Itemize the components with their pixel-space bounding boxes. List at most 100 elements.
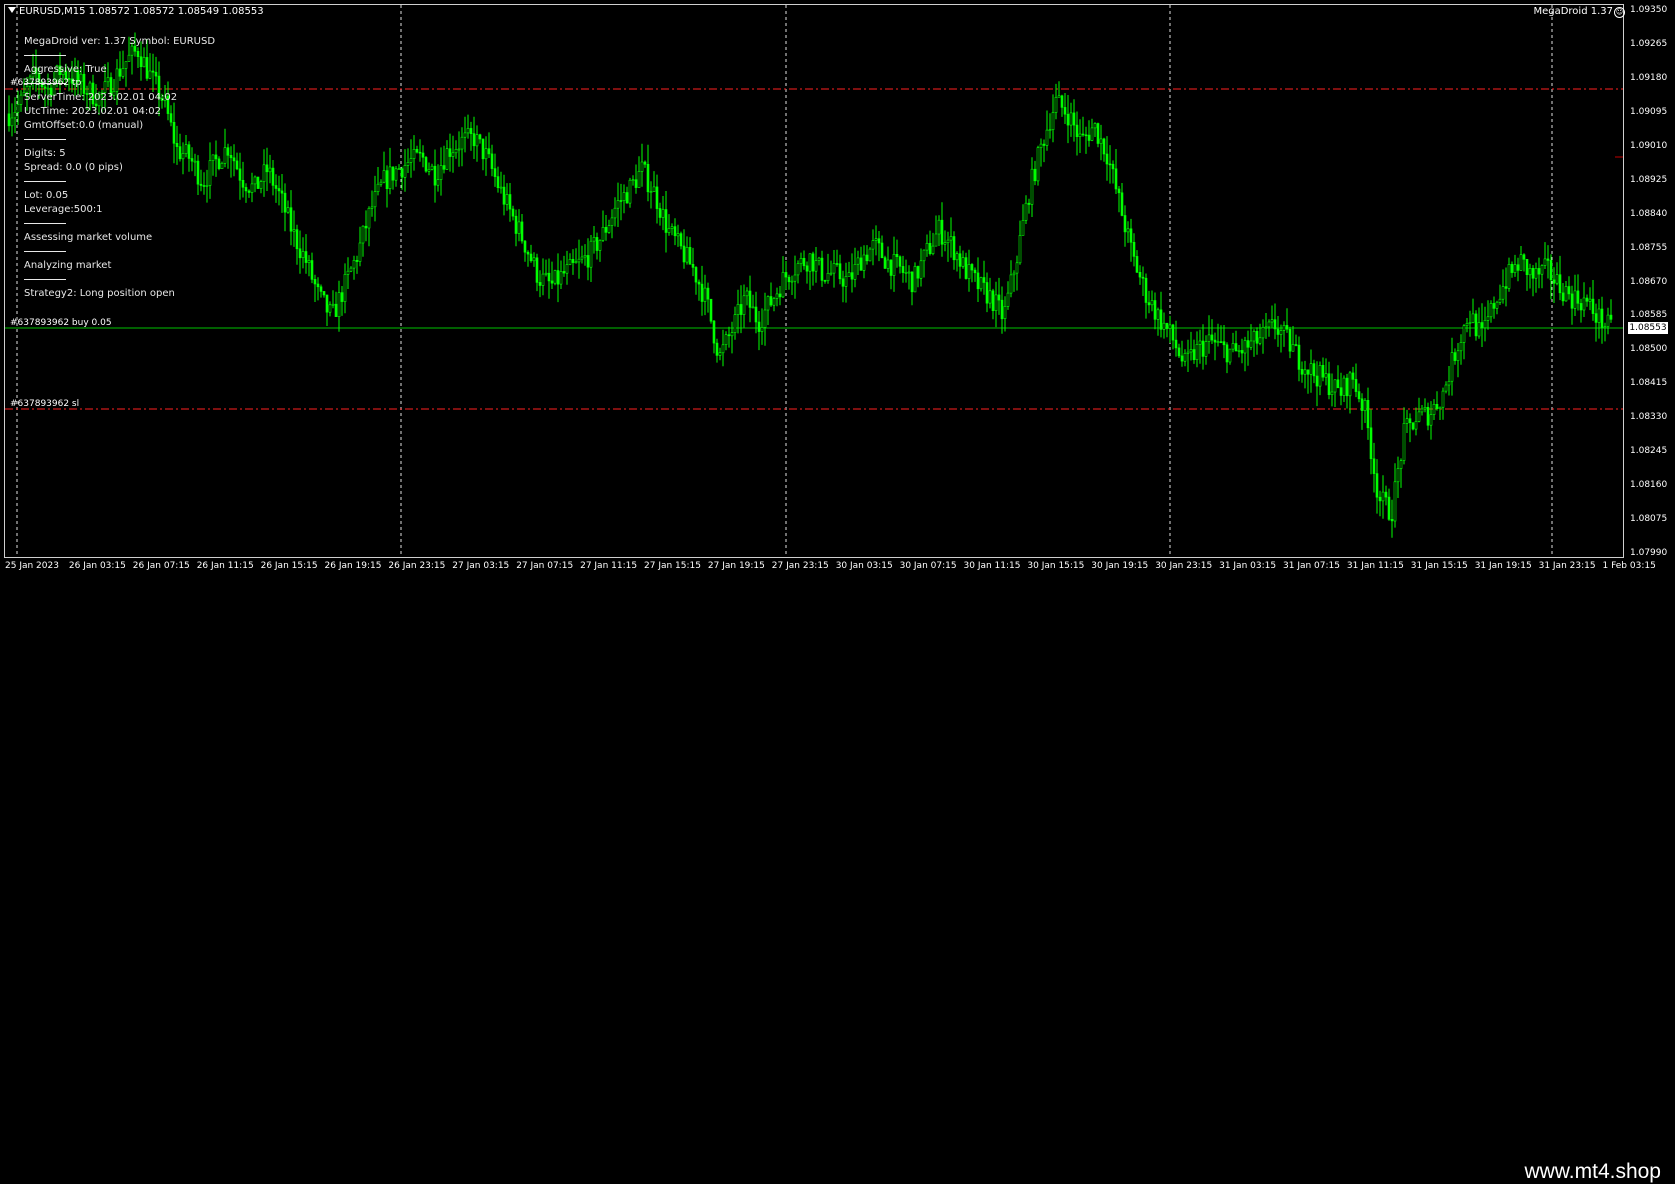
candle-body [1288,328,1292,352]
candle-body [1168,324,1172,329]
candle-body [358,242,362,262]
candle-body [712,320,716,344]
candle-body [1291,344,1295,352]
candle-body [658,208,662,218]
candle-body [418,151,422,154]
candle-body [1303,369,1307,375]
candle-body [1501,286,1505,300]
ea-server-time: ServerTime: 2023.02.01 04:02 [24,92,178,103]
candle-body [580,256,584,260]
candle-body [1000,299,1004,320]
candle-body [127,54,131,62]
candle-body [1309,363,1313,375]
candle-body [409,158,413,163]
candle-body [589,240,593,268]
candle-body [1342,377,1346,396]
candle-body [877,238,881,244]
time-tick-label: 31 Jan 15:15 [1410,561,1468,571]
candle-body [226,147,230,156]
time-tick-label: 25 Jan 2023 [5,561,59,571]
candle-body [535,257,539,283]
symbol-header[interactable]: EURUSD,M15 1.08572 1.08572 1.08549 1.085… [8,6,264,18]
candle-body [940,219,944,245]
candle-body [217,158,221,169]
candle-body [838,263,842,280]
candle-body [487,148,491,155]
candle-body [994,294,998,311]
candle-body [1228,348,1232,363]
candle-body [238,168,242,181]
candle-body [592,237,596,242]
ea-badge[interactable]: MegaDroid 1.37 [1533,6,1613,18]
candle-body [448,148,452,157]
candle-body [949,236,953,241]
time-tick-label: 30 Jan 03:15 [835,561,893,571]
candle-body [82,73,86,94]
candle-body [139,56,143,68]
candle-body [145,57,149,79]
candle-body [1144,277,1148,303]
candle-body [1363,399,1367,411]
candle-body [1471,313,1475,323]
candle-body [1258,337,1262,344]
price-tick-label: 1.08160 [1630,480,1668,491]
candle-body [370,206,374,209]
candle-body [1210,334,1214,341]
candle-body [1081,133,1085,136]
candle-body [475,134,479,147]
candle-body [1147,302,1151,306]
price-chart[interactable] [0,0,1675,577]
candle-body [652,186,656,192]
candle-body [1192,349,1196,360]
candle-body [625,192,629,204]
candle-body [934,233,938,247]
candle-body [517,221,521,234]
candle-body [1360,398,1364,411]
candle-body [1297,344,1301,370]
candle-body [1276,328,1280,335]
candle-body [445,148,449,170]
chart-window[interactable]: EURUSD,M15 1.08572 1.08572 1.08549 1.085… [0,0,1675,577]
smiley-icon[interactable]: ☺ [1614,7,1625,18]
candle-body [433,165,437,186]
candle-body [1537,268,1541,275]
candle-body [1243,340,1247,354]
candle-body [1186,351,1190,354]
chart-menu-icon[interactable] [8,7,16,13]
candle-body [553,270,557,284]
candle-body [466,128,470,134]
ea-leverage: Leverage:500:1 [24,204,103,215]
candle-body [679,233,683,247]
price-tick-label: 1.09010 [1630,140,1668,151]
candle-body [985,282,989,304]
candle-body [7,113,11,127]
candle-body [724,334,728,346]
candle-body [1399,460,1403,469]
candle-body [571,258,575,263]
candle-body [1114,168,1118,190]
candle-body [841,278,845,287]
candle-body [1366,399,1370,429]
plot-border [4,4,1624,558]
candle-body [889,259,893,276]
candle-body [847,272,851,277]
candle-body [1384,491,1388,498]
candle-body [19,94,23,105]
candle-body [1279,330,1283,335]
candle-body [1063,107,1067,115]
candle-body [703,287,707,302]
candle-body [1462,325,1466,343]
candle-body [556,270,560,285]
ea-digits: Digits: 5 [24,148,66,159]
candle-body [1171,324,1175,341]
candle-body [1333,379,1337,393]
candle-body [1432,403,1436,415]
candle-body [685,247,689,263]
candle-body [769,296,773,306]
candle-body [1354,379,1358,392]
candle-body [1525,258,1529,275]
footer-bar: www.mt4.shop [0,577,1675,1183]
candle-body [547,272,551,282]
candle-body [1369,427,1373,459]
candle-body [337,292,341,318]
